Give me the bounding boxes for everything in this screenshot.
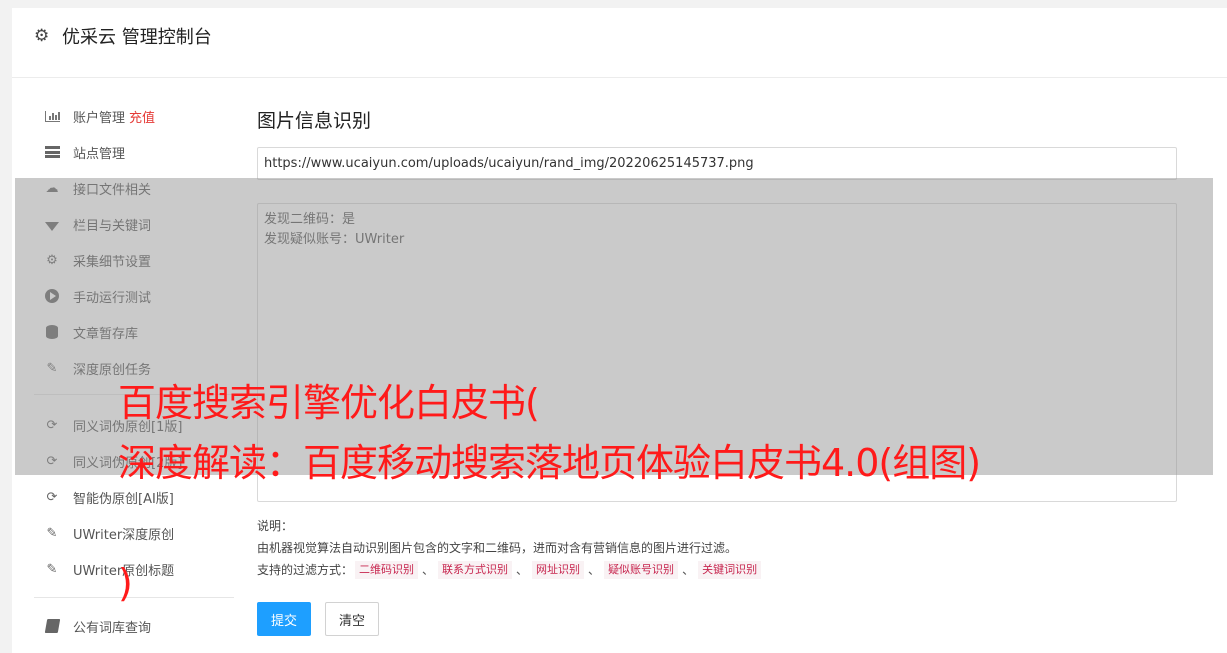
recharge-link[interactable]: 充值 [129, 107, 155, 126]
content-panel: 账户管理 充值 站点管理 ☁ 接口文件相关 栏目与关键词 ⚙ 采集细节设置 手动… [12, 78, 1227, 653]
sidebar-item-article-store[interactable]: 文章暂存库 [34, 320, 234, 344]
refresh-icon: ⟳ [46, 417, 58, 433]
submit-button[interactable]: 提交 [257, 602, 311, 636]
edit-icon: ✎ [46, 525, 58, 541]
refresh-icon: ⟳ [46, 453, 58, 469]
sidebar-item-manual-test[interactable]: 手动运行测试 [34, 284, 234, 308]
filter-tag: 疑似账号识别 [604, 561, 679, 579]
tag-separator: 、 [682, 563, 695, 577]
filter-tag: 网址识别 [532, 561, 585, 579]
section-heading: 图片信息识别 [257, 110, 372, 132]
edit-icon: ✎ [46, 561, 58, 577]
sidebar-item-label: 接口文件相关 [73, 182, 152, 198]
cogs-icon: ⚙ [46, 252, 58, 268]
sidebar-item-label: 采集细节设置 [73, 254, 152, 270]
filter-tag: 关键词识别 [698, 561, 762, 579]
tag-separator: 、 [588, 563, 601, 577]
page-title: 优采云 管理控制台 [62, 27, 212, 48]
description: 说明： 由机器视觉算法自动识别图片包含的文字和二维码，进而对含有营销信息的图片进… [257, 515, 763, 581]
filter-tags: 支持的过滤方式： 二维码识别 、 联系方式识别 、 网址识别 、 疑似账号识别 … [257, 559, 763, 581]
sidebar-item-collect-settings[interactable]: ⚙ 采集细节设置 [34, 248, 234, 272]
sidebar-item-label: 深度原创任务 [73, 362, 152, 378]
sidebar-item-account[interactable]: 账户管理 充值 [34, 104, 234, 128]
filter-label: 支持的过滤方式： [257, 563, 354, 577]
sidebar-item-deep-original[interactable]: ✎ 深度原创任务 [34, 356, 234, 380]
result-line: 发现二维码：是 [264, 212, 356, 227]
refresh-icon: ⟳ [46, 489, 58, 505]
image-url-input[interactable] [257, 147, 1177, 180]
top-header: ⚙ 优采云 管理控制台 [12, 8, 1227, 78]
sidebar-item-sites[interactable]: 站点管理 [34, 140, 234, 164]
sidebar-item-label: 站点管理 [73, 146, 126, 162]
cloud-upload-icon: ☁ [45, 180, 59, 196]
sidebar-divider [34, 597, 234, 598]
result-line: 发现疑似账号：UWriter [264, 232, 405, 247]
overlay-title-line3: ) [118, 561, 133, 605]
description-title: 说明： [257, 519, 294, 533]
filter-tag: 二维码识别 [355, 561, 419, 579]
gear-icon: ⚙ [34, 26, 50, 46]
tag-separator: 、 [422, 563, 435, 577]
filter-tag: 联系方式识别 [438, 561, 513, 579]
sidebar-item-label: 手动运行测试 [73, 290, 152, 306]
sidebar-item-ai-rewrite[interactable]: ⟳ 智能伪原创[AI版] [34, 485, 234, 509]
server-icon [43, 144, 61, 160]
filter-icon [43, 216, 61, 232]
sidebar-item-columns-keywords[interactable]: 栏目与关键词 [34, 212, 234, 236]
description-text: 由机器视觉算法自动识别图片包含的文字和二维码，进而对含有营销信息的图片进行过滤。 [257, 541, 738, 555]
overlay-title-line1: 百度搜索引擎优化白皮书( [118, 381, 540, 425]
sidebar-item-public-lexicon[interactable]: 公有词库查询 [34, 614, 234, 638]
sidebar-item-label: UWriter深度原创 [73, 527, 175, 543]
book-icon [43, 618, 61, 634]
play-circle-icon [43, 288, 61, 304]
sidebar-item-label: 栏目与关键词 [73, 218, 152, 234]
sidebar-item-label: 文章暂存库 [73, 326, 139, 342]
tag-separator: 、 [516, 563, 529, 577]
edit-icon: ✎ [46, 360, 58, 376]
sidebar-item-api-files[interactable]: ☁ 接口文件相关 [34, 176, 234, 200]
sidebar-item-label: 账户管理 [73, 110, 126, 126]
database-icon [43, 324, 61, 340]
clear-button[interactable]: 清空 [325, 602, 379, 636]
sidebar-item-uwriter-deep[interactable]: ✎ UWriter深度原创 [34, 521, 234, 545]
sidebar-item-uwriter-title[interactable]: ✎ UWriter原创标题 [34, 557, 234, 581]
bar-chart-icon [43, 108, 61, 124]
overlay-title-line2: 深度解读：百度移动搜索落地页体验白皮书4.0(组图) [118, 441, 981, 485]
sidebar-item-label: 智能伪原创[AI版] [73, 491, 174, 507]
sidebar-item-label: 公有词库查询 [73, 620, 152, 636]
